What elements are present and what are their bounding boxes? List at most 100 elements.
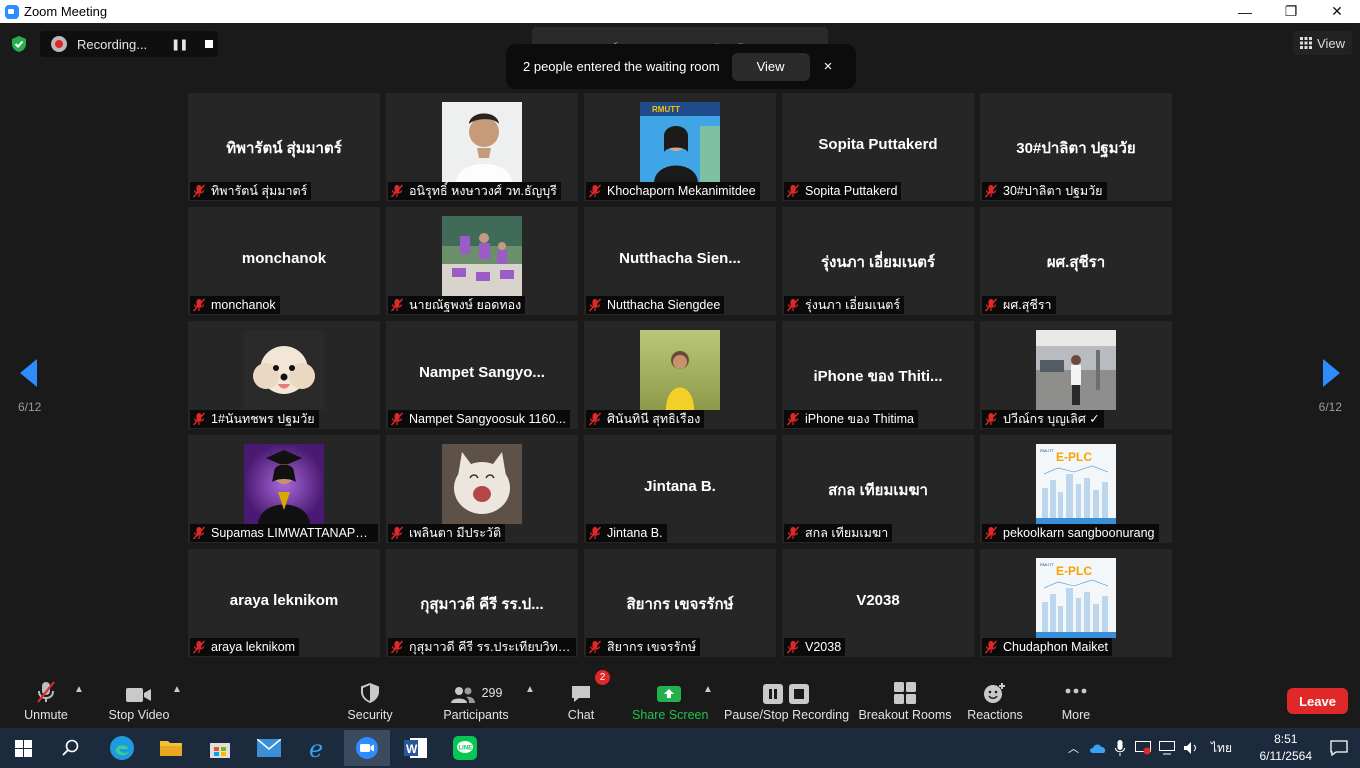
participant-tile[interactable]: V2038 V2038: [782, 549, 974, 657]
network-tray-icon[interactable]: [1159, 741, 1175, 755]
file-explorer-icon[interactable]: [148, 730, 194, 766]
participant-display-name: araya leknikom: [229, 592, 339, 609]
participant-gallery: ทิพารัตน์ สุ่มมาตร์ ทิพารัตน์ สุ่มมาตร์อน…: [188, 93, 1172, 657]
participant-tile[interactable]: ทิพารัตน์ สุ่มมาตร์ ทิพารัตน์ สุ่มมาตร์: [188, 93, 380, 201]
window-title: Zoom Meeting: [24, 4, 108, 19]
muted-mic-icon: [984, 184, 998, 198]
notification-center-icon[interactable]: [1330, 740, 1348, 756]
audio-options-chevron-icon[interactable]: ▲: [74, 684, 84, 695]
muted-mic-icon: [786, 184, 800, 198]
notifications-tray: [1330, 728, 1348, 768]
participant-tile[interactable]: Sopita Puttakerd Sopita Puttakerd: [782, 93, 974, 201]
participant-tile[interactable]: ผศ.สุชีรา ผศ.สุชีรา: [980, 207, 1172, 315]
participant-tile[interactable]: monchanok monchanok: [188, 207, 380, 315]
recording-indicator: Recording... ❚❚: [40, 31, 218, 57]
participant-tile[interactable]: Supamas LIMWATTANAPO...: [188, 435, 380, 543]
participant-tile[interactable]: iPhone ของ Thiti... iPhone ของ Thitima: [782, 321, 974, 429]
participant-tile[interactable]: araya leknikom araya leknikom: [188, 549, 380, 657]
share-screen-label: Share Screen: [632, 708, 709, 722]
reactions-button[interactable]: Reactions: [966, 678, 1024, 722]
volume-tray-icon[interactable]: [1183, 741, 1199, 755]
participant-tile[interactable]: สกล เทียมเมฆา สกล เทียมเมฆา: [782, 435, 974, 543]
participant-name-label: 30#ปาลิตา ปฐมวัย: [982, 182, 1107, 200]
participant-name: 30#ปาลิตา ปฐมวัย: [1003, 184, 1103, 198]
participant-tile[interactable]: ปวีณ์กร บุญเลิศ ✓: [980, 321, 1172, 429]
breakout-rooms-button[interactable]: Breakout Rooms: [858, 678, 952, 722]
participant-name-label: monchanok: [190, 296, 280, 314]
participant-tile[interactable]: กุสุมาวดี คีรี รร.ป... กุสุมาวดี คีรี รร.…: [386, 549, 578, 657]
more-dots-icon: [1065, 688, 1087, 694]
participant-tile[interactable]: รุ่งนภา เอี่ยมเนตร์ รุ่งนภา เอี่ยมเนตร์: [782, 207, 974, 315]
display-tray-icon[interactable]: [1135, 741, 1151, 755]
security-button[interactable]: Security: [346, 678, 394, 722]
previous-page-arrow-icon[interactable]: [20, 359, 37, 387]
minimize-button[interactable]: —: [1222, 0, 1268, 23]
stop-recording-icon[interactable]: [205, 40, 214, 48]
participant-tile[interactable]: RMUTT Khochaporn Mekanimitdee: [584, 93, 776, 201]
participant-tile[interactable]: E-PLC RMUTT Chudaphon Maiket: [980, 549, 1172, 657]
svg-text:LINE: LINE: [459, 746, 473, 752]
microphone-tray-icon[interactable]: [1115, 740, 1125, 756]
close-notification-icon[interactable]: ×: [824, 58, 833, 75]
word-icon[interactable]: W: [393, 730, 439, 766]
muted-mic-icon: [192, 526, 206, 540]
mail-icon[interactable]: [246, 730, 292, 766]
taskbar-clock[interactable]: 8:51 6/11/2564: [1260, 731, 1313, 765]
participants-button[interactable]: 299 Participants: [443, 678, 509, 722]
participant-display-name: Sopita Puttakerd: [818, 136, 938, 153]
video-options-chevron-icon[interactable]: ▲: [172, 684, 182, 695]
tray-expand-chevron-icon[interactable]: ︿: [1068, 740, 1079, 756]
participant-video-street: [1036, 330, 1116, 410]
maximize-button[interactable]: ❐: [1268, 0, 1314, 23]
participant-video-field: [640, 330, 720, 410]
video-camera-icon: [126, 688, 151, 702]
participant-tile[interactable]: 1#นันทชพร ปฐมวัย: [188, 321, 380, 429]
more-button[interactable]: More: [1054, 678, 1098, 722]
input-language[interactable]: ไทย: [1211, 739, 1232, 758]
chat-button[interactable]: 2 Chat: [562, 670, 610, 722]
participant-name-label: อนิรุทธิ์ หงษาวงศ์ วท.ธัญบุรี: [388, 182, 561, 200]
participant-tile[interactable]: นายณัฐพงษ์ ยอดทอง: [386, 207, 578, 315]
next-page-arrow-icon[interactable]: [1323, 359, 1340, 387]
muted-mic-icon: [786, 526, 800, 540]
security-shield-icon[interactable]: [10, 35, 28, 53]
share-options-chevron-icon[interactable]: ▲: [703, 684, 713, 695]
participants-options-chevron-icon[interactable]: ▲: [525, 684, 535, 695]
svg-text:e: e: [309, 736, 323, 760]
participant-name: รุ่งนภา เอี่ยมเนตร์: [805, 298, 901, 312]
muted-mic-icon: [984, 298, 998, 312]
line-app-icon[interactable]: LINE: [442, 730, 488, 766]
windows-start-icon[interactable]: [0, 730, 46, 766]
onedrive-cloud-icon[interactable]: [1089, 742, 1107, 754]
muted-mic-icon: [786, 640, 800, 654]
view-layout-button[interactable]: View: [1293, 31, 1352, 55]
participant-tile[interactable]: Nampet Sangyo... Nampet Sangyoosuk 1160..…: [386, 321, 578, 429]
participant-name-label: 1#นันทชพร ปฐมวัย: [190, 410, 319, 428]
participant-name-label: สกล เทียมเมฆา: [784, 524, 893, 542]
participant-tile[interactable]: สิยากร เขจรรักษ์ สิยากร เขจรรักษ์: [584, 549, 776, 657]
pause-stop-recording-button[interactable]: Pause/Stop Recording: [724, 678, 849, 722]
recording-label: Recording...: [77, 36, 148, 52]
share-screen-button[interactable]: Share Screen: [632, 678, 709, 722]
edge-browser-icon[interactable]: [99, 730, 145, 766]
waiting-room-notification: 2 people entered the waiting room View ×: [506, 44, 856, 89]
view-waiting-room-button[interactable]: View: [731, 52, 810, 81]
internet-explorer-icon[interactable]: e: [295, 730, 341, 766]
security-label: Security: [347, 708, 393, 722]
stop-video-button[interactable]: Stop Video: [108, 678, 170, 722]
leave-meeting-button[interactable]: Leave: [1287, 688, 1348, 714]
participant-name-label: Sopita Puttakerd: [784, 182, 902, 200]
participant-tile[interactable]: Nutthacha Sien... Nutthacha Siengdee: [584, 207, 776, 315]
participant-tile[interactable]: Jintana B. Jintana B.: [584, 435, 776, 543]
participant-tile[interactable]: อนิรุทธิ์ หงษาวงศ์ วท.ธัญบุรี: [386, 93, 578, 201]
zoom-taskbar-icon[interactable]: [344, 730, 390, 766]
participant-tile[interactable]: เพลินตา มีประวัติ: [386, 435, 578, 543]
participant-tile[interactable]: E-PLC RMUTT pekoolkarn sangboonurang: [980, 435, 1172, 543]
close-window-button[interactable]: ✕: [1314, 0, 1360, 23]
pause-recording-icon[interactable]: ❚❚: [171, 38, 188, 51]
unmute-button[interactable]: Unmute: [22, 678, 70, 722]
participant-tile[interactable]: ศินันทินี สุทธิเรือง: [584, 321, 776, 429]
participant-tile[interactable]: 30#ปาลิตา ปฐมวัย 30#ปาลิตา ปฐมวัย: [980, 93, 1172, 201]
search-icon[interactable]: [48, 730, 94, 766]
store-icon[interactable]: [197, 730, 243, 766]
